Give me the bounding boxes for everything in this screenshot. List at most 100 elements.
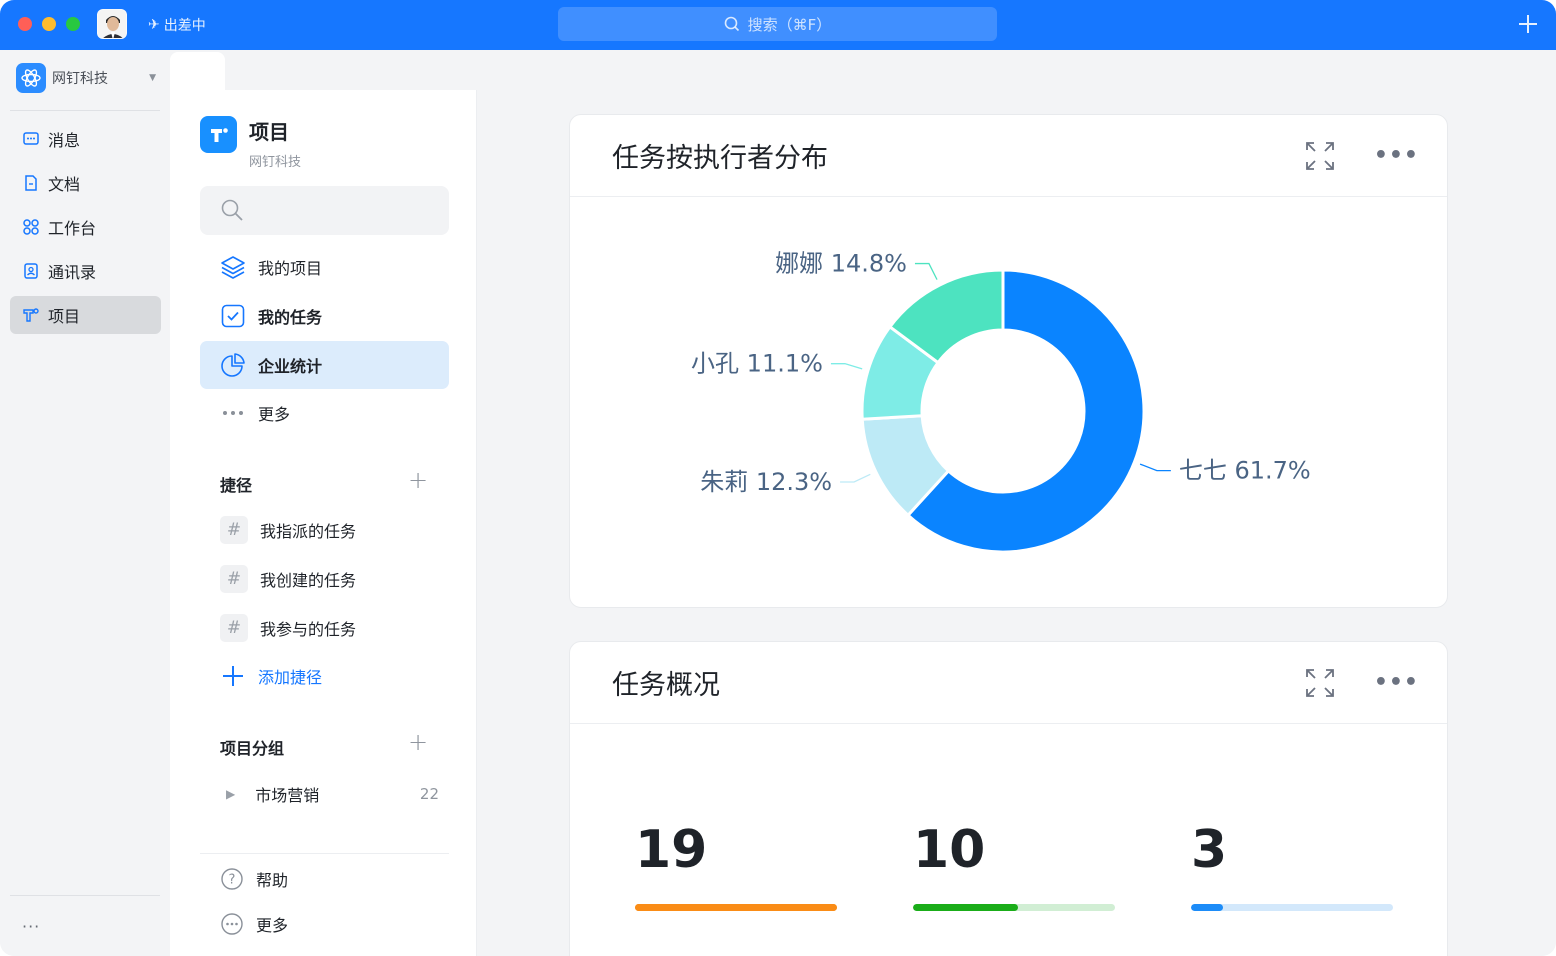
- title-bar: ✈ 出差中 搜索（⌘F）: [0, 0, 1556, 50]
- nav-item-my-projects[interactable]: 我的项目: [200, 243, 449, 291]
- rail-item-messages[interactable]: 消息: [10, 120, 161, 158]
- stat-item: 19: [635, 824, 837, 911]
- shortcuts-title: 捷径: [220, 476, 253, 495]
- hash-icon: #: [220, 565, 248, 593]
- nav-item-my-tasks[interactable]: 我的任务: [200, 292, 449, 340]
- user-portrait-icon: [98, 10, 126, 38]
- plus-icon: [223, 666, 243, 686]
- card-more-button[interactable]: •••: [1374, 670, 1419, 695]
- avatar[interactable]: [97, 9, 127, 39]
- expand-icon[interactable]: [1304, 140, 1336, 172]
- group-item[interactable]: ▶ 市场营销 22: [220, 782, 439, 806]
- rail-item-label: 工作台: [48, 219, 97, 238]
- nav-item-enterprise-stats[interactable]: 企业统计: [200, 341, 449, 389]
- stat-value: 19: [635, 820, 708, 880]
- footer-more-button[interactable]: 更多: [200, 902, 449, 946]
- pie-chart-icon: [221, 353, 245, 377]
- org-logo: [16, 63, 46, 93]
- expand-icon[interactable]: [1304, 667, 1336, 699]
- more-circle-icon: [221, 913, 243, 935]
- workbench-icon: [23, 219, 39, 235]
- stat-value: 3: [1191, 820, 1228, 880]
- rail-item-contacts[interactable]: 通讯录: [10, 252, 161, 290]
- status-indicator[interactable]: ✈ 出差中: [148, 15, 206, 35]
- rail-item-label: 文档: [48, 175, 81, 194]
- stat-bar-track: [913, 904, 1115, 911]
- label-leader-line: [914, 262, 938, 280]
- project-logo: [200, 116, 237, 153]
- label-leader-line: [840, 473, 871, 483]
- card-actions: •••: [1304, 140, 1419, 172]
- slice-label: 朱莉 12.3%: [700, 468, 832, 496]
- global-search-input[interactable]: 搜索（⌘F）: [558, 7, 997, 41]
- stat-bar-fill: [1191, 904, 1224, 911]
- slice-label: 小孔 11.1%: [691, 350, 823, 378]
- donut-chart: 七七 61.7% 朱莉 12.3% 小孔 11.1% 娜娜 14.8%: [691, 250, 1311, 554]
- caret-down-icon: ▼: [149, 73, 156, 83]
- project-icon: [23, 308, 39, 322]
- group-count: 22: [419, 785, 439, 803]
- card-header: 任务按执行者分布 •••: [570, 115, 1447, 197]
- add-group-plus-icon[interactable]: +: [408, 728, 428, 756]
- card-header: 任务概况 •••: [570, 642, 1447, 724]
- groups-title: 项目分组: [220, 739, 285, 758]
- card-more-button[interactable]: •••: [1374, 143, 1419, 168]
- rail-divider: [10, 895, 160, 896]
- stat-bar-track: [1191, 904, 1393, 911]
- project-header: 项目 网钉科技: [200, 116, 301, 170]
- search-placeholder: 搜索（⌘F）: [747, 15, 832, 34]
- slice-label: 七七 61.7%: [1179, 457, 1311, 485]
- rail-more-button[interactable]: ···: [22, 917, 40, 936]
- nav-item-label: 企业统计: [258, 357, 323, 376]
- new-plus-button[interactable]: [1516, 10, 1540, 38]
- stat-bar-fill: [635, 904, 837, 911]
- project-t-icon: [210, 127, 228, 142]
- help-button[interactable]: ? 帮助: [200, 857, 449, 901]
- nav-item-label: 我的任务: [258, 308, 323, 327]
- stat-value: 10: [913, 820, 986, 880]
- group-name: 市场营销: [255, 786, 320, 805]
- org-switcher[interactable]: 网钉科技 ▼: [16, 62, 160, 94]
- rail-item-label: 通讯录: [48, 263, 97, 282]
- stat-item: 10: [913, 824, 1115, 911]
- card-title: 任务按执行者分布: [612, 143, 828, 174]
- atom-icon: [21, 69, 41, 87]
- plus-icon: [1519, 15, 1537, 33]
- search-icon: [221, 199, 243, 221]
- add-shortcut-plus-icon[interactable]: +: [408, 466, 428, 494]
- rail-item-label: 消息: [48, 131, 81, 150]
- close-window-button[interactable]: [18, 17, 32, 31]
- shortcut-item[interactable]: # 我创建的任务: [200, 555, 449, 603]
- help-icon: ?: [221, 868, 243, 890]
- plane-icon: ✈: [148, 17, 160, 33]
- minimize-window-button[interactable]: [42, 17, 56, 31]
- card-actions: •••: [1304, 667, 1419, 699]
- ellipsis-icon: [223, 411, 243, 415]
- slice-label: 娜娜 14.8%: [775, 250, 907, 278]
- overview-card: 任务概况 ••• 19 10 3: [569, 641, 1448, 956]
- help-label: 帮助: [256, 871, 289, 890]
- rail-item-project[interactable]: 项目: [10, 296, 161, 334]
- shortcut-item[interactable]: # 我参与的任务: [200, 604, 449, 652]
- card-title: 任务概况: [612, 670, 720, 701]
- tab-strip: [225, 50, 1556, 90]
- add-shortcut-label: 添加捷径: [258, 668, 323, 687]
- add-shortcut-button[interactable]: 添加捷径: [200, 652, 449, 700]
- hash-icon: #: [220, 516, 248, 544]
- shortcut-item[interactable]: # 我指派的任务: [200, 506, 449, 554]
- nav-search-input[interactable]: [200, 186, 449, 235]
- project-nav: 项目 网钉科技 我的项目 我的任务 企业统计 更多 捷径 + # 我指派的任务 …: [170, 90, 477, 956]
- layers-icon: [221, 256, 245, 279]
- label-leader-line: [830, 363, 863, 370]
- page-title: 项目: [249, 120, 289, 144]
- nav-item-more[interactable]: 更多: [200, 389, 449, 437]
- contacts-icon: [24, 263, 38, 279]
- shortcut-label: 我参与的任务: [260, 620, 357, 639]
- nav-item-label: 更多: [258, 405, 291, 424]
- active-tab[interactable]: [170, 52, 225, 92]
- svg-text:?: ?: [229, 873, 236, 888]
- maximize-window-button[interactable]: [66, 17, 80, 31]
- rail-item-docs[interactable]: 文档: [10, 164, 161, 202]
- rail-item-workbench[interactable]: 工作台: [10, 208, 161, 246]
- task-check-icon: [221, 304, 245, 328]
